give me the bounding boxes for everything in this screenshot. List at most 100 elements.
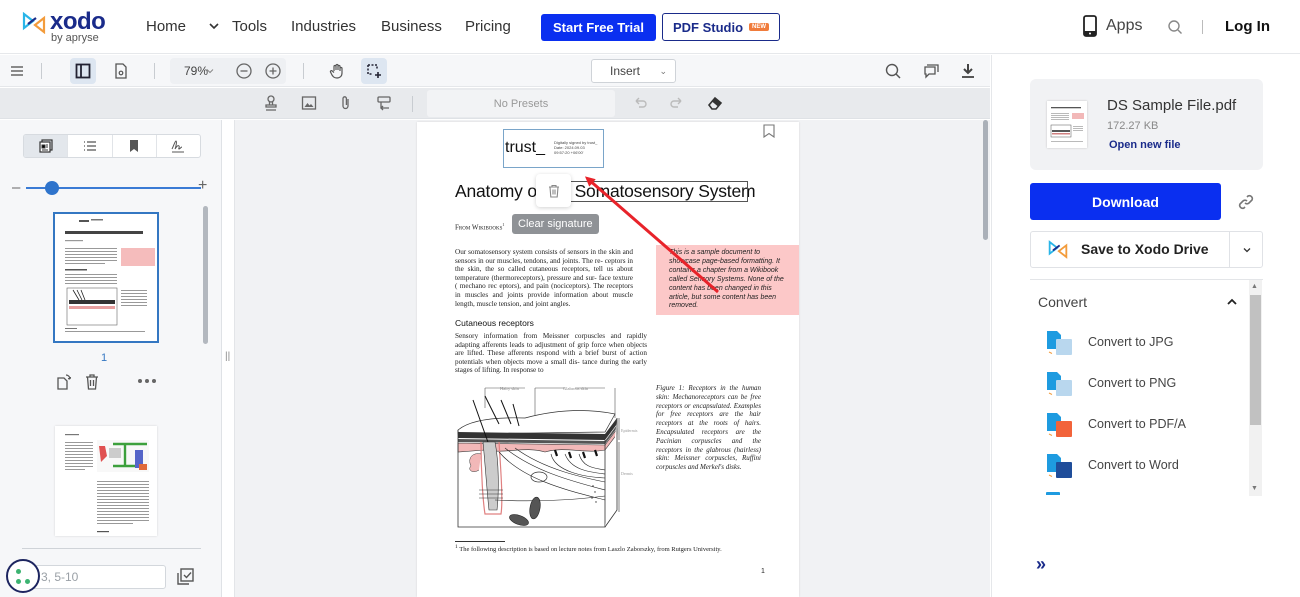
rotate-page-icon[interactable] — [55, 373, 73, 391]
nav-home[interactable]: Home — [146, 18, 186, 35]
save-to-drive-group: Save to Xodo Drive — [1030, 231, 1263, 268]
tab-bookmarks[interactable] — [113, 135, 157, 157]
page-number-label: 1 — [101, 352, 108, 364]
convert-item[interactable]: Convert to JPG — [1046, 327, 1226, 357]
scroll-down-arrow[interactable]: ▼ — [1251, 485, 1258, 492]
nav-tools[interactable]: Tools — [232, 18, 267, 35]
trash-icon — [548, 184, 559, 198]
tab-outline[interactable] — [68, 135, 113, 157]
page-settings-button[interactable] — [108, 58, 134, 84]
select-tool-button[interactable] — [361, 58, 387, 84]
thumbnail-actions — [55, 373, 165, 393]
double-chevron-right-icon[interactable]: » — [1036, 554, 1046, 575]
toggle-left-panel-button[interactable] — [70, 58, 96, 84]
pan-tool-button[interactable] — [324, 58, 350, 84]
panel-divider — [22, 548, 201, 549]
redo-button[interactable] — [664, 90, 690, 116]
skin-receptors-figure: Hairy skin Glabrous skin Epidermis Dermi… — [457, 386, 638, 528]
convert-item-partial[interactable] — [1046, 492, 1060, 495]
chevron-up-icon[interactable] — [1226, 296, 1238, 308]
page-range-input[interactable]: 3, 5-10 — [30, 565, 166, 589]
zoom-in-button[interactable] — [260, 58, 286, 84]
search-icon[interactable] — [1167, 19, 1183, 35]
scroll-up-arrow[interactable]: ▲ — [1251, 283, 1258, 290]
more-options-icon[interactable] — [137, 378, 157, 384]
toolbar-divider — [303, 63, 304, 79]
image-tool-button[interactable] — [296, 90, 322, 116]
plus-icon[interactable]: + — [198, 177, 207, 195]
zoom-controls: 79% — [170, 58, 286, 84]
zoom-out-button[interactable] — [231, 58, 257, 84]
page-thumbnail-2[interactable] — [55, 426, 157, 536]
link-icon[interactable] — [1237, 193, 1255, 211]
presets-dropdown[interactable]: No Presets — [427, 90, 615, 117]
cookie-settings-button[interactable] — [6, 559, 40, 593]
signature-field-icon — [377, 96, 391, 111]
page-preview — [65, 219, 155, 332]
xodo-logo[interactable]: xodo by apryse — [22, 8, 112, 45]
panel-resize-handle[interactable]: || — [225, 351, 230, 362]
comments-button[interactable] — [918, 58, 944, 84]
slider-handle[interactable] — [45, 181, 60, 195]
bookmark-icon — [130, 140, 139, 152]
pdf-page-1: trust_ Digitally signed by trust_ Date: … — [417, 122, 799, 597]
save-to-drive-button[interactable]: Save to Xodo Drive — [1031, 232, 1230, 267]
signature-field-tool-button[interactable] — [371, 90, 397, 116]
figure-label: Dermis — [621, 471, 633, 476]
zoom-level-dropdown[interactable]: 79% — [184, 64, 208, 78]
section-heading: Cutaneous receptors — [455, 318, 534, 328]
search-icon — [885, 63, 901, 79]
download-icon — [962, 64, 974, 78]
undo-button[interactable] — [627, 90, 653, 116]
toolbar-divider — [154, 63, 155, 79]
search-button[interactable] — [880, 58, 906, 84]
convert-item[interactable]: Convert to PDF/A — [1046, 409, 1226, 439]
nav-business[interactable]: Business — [381, 18, 442, 35]
convert-item[interactable]: Convert to PNG — [1046, 368, 1226, 398]
download-file-button[interactable]: Download — [1030, 183, 1221, 220]
attachment-icon — [342, 96, 349, 110]
convert-section-heading[interactable]: Convert — [1038, 294, 1087, 310]
file-card: DS Sample File.pdf 172.27 KB Open new fi… — [1030, 79, 1263, 170]
download-button[interactable] — [955, 58, 981, 84]
start-free-trial-button[interactable]: Start Free Trial — [541, 14, 656, 41]
signature-widget[interactable]: trust_ Digitally signed by trust_ Date: … — [503, 129, 604, 168]
apps-link[interactable]: Apps — [1083, 15, 1142, 37]
trash-icon[interactable] — [83, 373, 101, 391]
mode-select[interactable]: Insert ⌄ — [591, 59, 676, 83]
tab-thumbnails[interactable] — [24, 135, 69, 157]
convert-item[interactable]: Convert to Word — [1046, 450, 1226, 480]
convert-scrollbar-thumb[interactable] — [1250, 295, 1261, 425]
nav-industries[interactable]: Industries — [291, 18, 356, 35]
new-badge: NEW — [749, 23, 770, 31]
open-new-file-link[interactable]: Open new file — [1109, 139, 1181, 151]
thumbnail-scrollbar[interactable] — [203, 206, 208, 344]
tab-signatures[interactable] — [157, 135, 200, 157]
title-form-field[interactable] — [568, 181, 748, 202]
minus-icon[interactable]: – — [12, 179, 20, 196]
chevron-down-icon[interactable] — [208, 20, 220, 32]
pdf-studio-button[interactable]: PDF Studio NEW — [662, 13, 780, 41]
nav-pricing[interactable]: Pricing — [465, 18, 511, 35]
thumbnail-size-slider[interactable]: – + — [12, 177, 208, 198]
eraser-button[interactable] — [702, 90, 728, 116]
page-preview — [65, 434, 149, 533]
save-options-dropdown[interactable] — [1231, 232, 1263, 267]
menu-button[interactable] — [4, 58, 30, 84]
document-scrollbar[interactable] — [983, 120, 988, 240]
viewer-toolbar: 79% — [0, 55, 990, 87]
bookmark-icon[interactable] — [763, 124, 775, 138]
file-preview — [1050, 107, 1084, 142]
attachment-tool-button[interactable] — [333, 90, 359, 116]
clear-signature-button[interactable] — [536, 174, 571, 207]
login-link[interactable]: Log In — [1225, 18, 1270, 35]
pdf-to-word-icon — [1047, 454, 1072, 478]
chevron-down-icon — [1243, 247, 1251, 252]
sidebar-panel-icon — [75, 63, 91, 79]
signature-name: trust_ — [505, 139, 546, 156]
page-thumbnail-1[interactable] — [53, 212, 159, 343]
figure-label: Epidermis — [621, 428, 638, 433]
pdf-to-jpg-icon — [1047, 331, 1072, 355]
multi-select-icon[interactable] — [175, 567, 195, 587]
stamp-tool-button[interactable] — [258, 90, 284, 116]
